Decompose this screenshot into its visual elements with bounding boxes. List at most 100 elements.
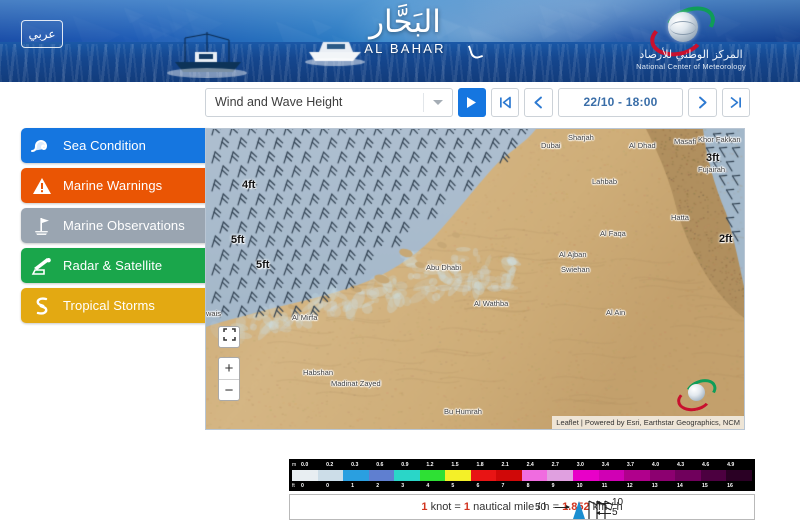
legend-color-swatch: [318, 470, 344, 481]
play-button[interactable]: [458, 88, 486, 117]
legend-unit-meters: m: [292, 461, 301, 469]
barb-50-label: 50: [535, 502, 546, 513]
legend-color-swatch: [292, 470, 318, 481]
wind-barb-overlay: [206, 129, 745, 430]
ncm-logo: المركز الوطني للأرصاد National Center of…: [626, 8, 756, 74]
legend-tick-feet: 9: [552, 482, 577, 490]
legend-color-swatch: [675, 470, 701, 481]
legend-tick-meters: 0.6: [376, 461, 401, 469]
barb-10-arrow-icon: [597, 503, 611, 504]
legend-tick-meters: 2.7: [552, 461, 577, 469]
legend-tick-meters: 1.5: [451, 461, 476, 469]
legend-tick-meters: 0.2: [326, 461, 351, 469]
timestamp-display[interactable]: 22/10 - 18:00: [558, 88, 684, 117]
legend-color-swatch: [726, 470, 752, 481]
layer-select-value: Wind and Wave Height: [206, 95, 342, 109]
knot-conversion-box: 1 knot = 1 nautical mile / h = 1.852 km …: [289, 494, 755, 520]
legend-color-swatch: [471, 470, 497, 481]
legend-tick-feet: 15: [702, 482, 727, 490]
sidebar-item-tropical-storms[interactable]: Tropical Storms: [21, 288, 213, 323]
sidebar-item-label: Marine Warnings: [63, 178, 162, 193]
legend-tick-meters: 2.1: [502, 461, 527, 469]
sidebar-item-label: Radar & Satellite: [63, 258, 162, 273]
legend-tick-feet: 11: [602, 482, 627, 490]
legend-tick-feet: 8: [527, 482, 552, 490]
feet-tick-row: ft 0 0 1 2 3 4 5 6 7 8 9 10 11 12 13 14 15 16: [292, 482, 752, 490]
last-frame-button[interactable]: [722, 88, 750, 117]
legend-color-swatch: [445, 470, 471, 481]
cyclone-icon: [21, 288, 63, 323]
first-frame-button[interactable]: [491, 88, 519, 117]
select-divider: [423, 93, 424, 112]
legend-color-swatch: [573, 470, 599, 481]
legend-tick-meters: 3.7: [627, 461, 652, 469]
legend-tick-feet: 12: [627, 482, 652, 490]
map-attribution[interactable]: Leaflet | Powered by Esri, Earthstar Geo…: [552, 416, 744, 429]
legend-tick-feet: 1: [351, 482, 376, 490]
legend-tick-meters: 3.0: [577, 461, 602, 469]
satellite-icon: [21, 248, 63, 283]
legend-color-swatch: [369, 470, 395, 481]
legend-tick-feet: 13: [652, 482, 677, 490]
previous-frame-button[interactable]: [524, 88, 552, 117]
legend-color-swatch: [420, 470, 446, 481]
legend-color-swatch: [624, 470, 650, 481]
color-scale: m 0.0 0.2 0.3 0.6 0.9 1.2 1.5 1.8 2.1 2.4 2.7 3.0 3.4…: [289, 459, 755, 491]
legend-color-swatch: [547, 470, 573, 481]
legend-tick-meters: 4.0: [652, 461, 677, 469]
app-root: عربي البَحَّار AL BAHAR المركز الوطني لل…: [0, 0, 800, 527]
watermark-globe-icon: [688, 384, 705, 401]
legend-tick-feet: 3: [401, 482, 426, 490]
brand-title-arabic: البَحَّار: [305, 4, 505, 40]
org-name-english: National Center of Meteorology: [626, 62, 756, 71]
legend-tick-feet: 4: [426, 482, 451, 490]
meter-tick-row: m 0.0 0.2 0.3 0.6 0.9 1.2 1.5 1.8 2.1 2.4 2.7 3.0 3.4…: [292, 461, 752, 469]
map-toolbar: Wind and Wave Height 22/10 - 18:00: [205, 82, 750, 122]
sidebar-item-sea-condition[interactable]: Sea Condition: [21, 128, 213, 163]
language-toggle-button[interactable]: عربي: [21, 20, 63, 48]
legend-tick-feet: 16: [727, 482, 752, 490]
legend-tick-meters: 3.4: [602, 461, 627, 469]
legend-tick-feet: 10: [577, 482, 602, 490]
legend-tick-feet: 5: [451, 482, 476, 490]
legend-unit-feet: ft: [292, 482, 301, 490]
zoom-in-button[interactable]: +: [219, 358, 239, 380]
legend-tick-feet: 2: [376, 482, 401, 490]
logo-globe-icon: [668, 12, 698, 42]
next-frame-button[interactable]: [688, 88, 716, 117]
legend-tick-meters: 1.2: [426, 461, 451, 469]
sidebar-nav: Sea Condition Marine Warnings Marine Obs…: [21, 128, 213, 328]
chevron-down-icon: [433, 100, 443, 105]
map-container[interactable]: Dubai Sharjah Al Dhad Masafi Khor Fakkan Fuja…: [205, 128, 745, 430]
legend-tick-meters: 1.8: [476, 461, 501, 469]
sidebar-item-label: Tropical Storms: [63, 298, 155, 313]
legend: m 0.0 0.2 0.3 0.6 0.9 1.2 1.5 1.8 2.1 2.4 2.7 3.0 3.4…: [289, 459, 755, 520]
color-swatches: [292, 470, 752, 481]
zoom-out-button[interactable]: −: [219, 380, 239, 401]
sidebar-item-label: Marine Observations: [63, 218, 185, 233]
buoy-icon: [21, 208, 63, 243]
sidebar-item-radar-satellite[interactable]: Radar & Satellite: [21, 248, 213, 283]
page-content: Sea Condition Marine Warnings Marine Obs…: [0, 82, 800, 527]
sidebar-item-marine-observations[interactable]: Marine Observations: [21, 208, 213, 243]
legend-tick-feet: 14: [677, 482, 702, 490]
legend-tick-meters: 2.4: [527, 461, 552, 469]
sidebar-item-label: Sea Condition: [63, 138, 146, 153]
legend-tick-feet: 6: [476, 482, 501, 490]
legend-tick-meters: 4.6: [702, 461, 727, 469]
site-brand: البَحَّار AL BAHAR: [305, 4, 505, 56]
legend-tick-feet: 0: [301, 482, 326, 490]
legend-tick-meters: 4.9: [727, 461, 752, 469]
wave-icon: [21, 128, 63, 163]
legend-tick-feet: 0: [326, 482, 351, 490]
sidebar-item-marine-warnings[interactable]: Marine Warnings: [21, 168, 213, 203]
legend-color-swatch: [701, 470, 727, 481]
zoom-controls[interactable]: + −: [218, 357, 240, 401]
fullscreen-button[interactable]: [218, 326, 240, 348]
legend-tick-meters: 0.3: [351, 461, 376, 469]
barb-5-label: 5: [612, 507, 618, 518]
layer-select[interactable]: Wind and Wave Height: [205, 88, 453, 117]
legend-color-swatch: [650, 470, 676, 481]
legend-tick-meters: 0.9: [401, 461, 426, 469]
fishing-boat-image: [155, 28, 265, 78]
